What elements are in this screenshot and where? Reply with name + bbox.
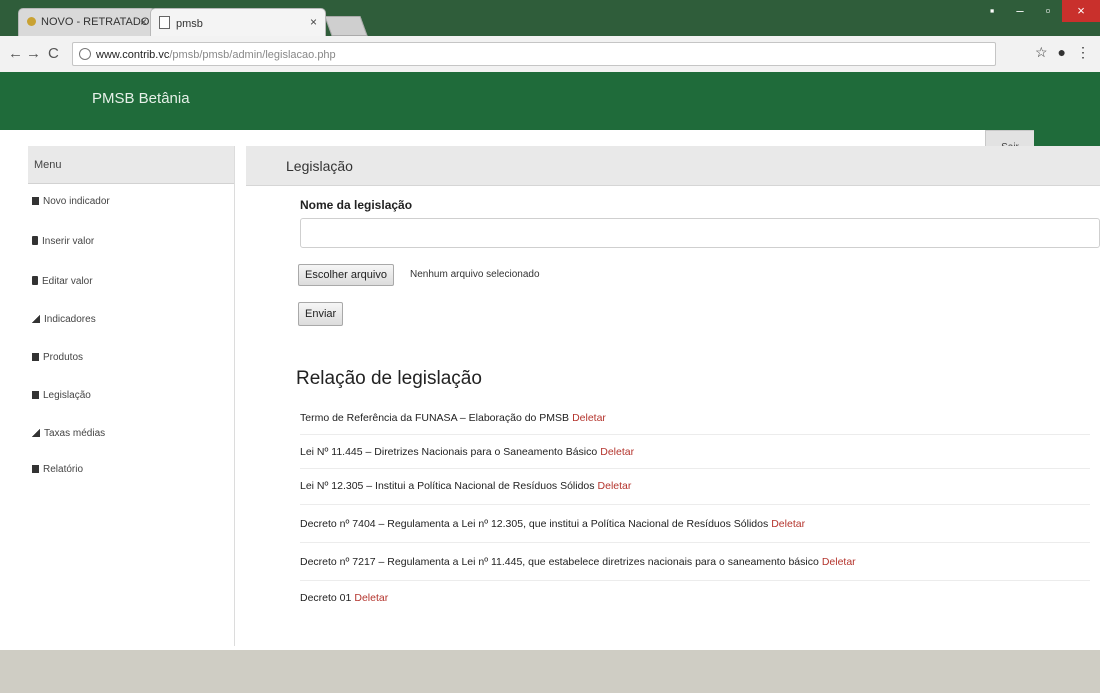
browser-tab[interactable]: NOVO - RETRATADOR × xyxy=(18,8,156,36)
list-item-title[interactable]: Decreto 01 xyxy=(300,592,351,604)
back-arrow-icon[interactable]: ← xyxy=(8,45,23,62)
choose-file-button[interactable]: Escolher arquivo xyxy=(298,264,394,286)
list-item-title[interactable]: Decreto nº 7217 – Regulamenta a Lei nº 1… xyxy=(300,556,819,568)
sidebar-item-taxas-medias[interactable]: Taxas médias xyxy=(28,416,234,452)
account-icon[interactable]: ▪ xyxy=(978,0,1006,22)
url-path: /pmsb/pmsb/admin/legislacao.php xyxy=(169,49,336,61)
sidebar-item-label: Indicadores xyxy=(44,314,96,325)
divider xyxy=(300,542,1090,543)
list-item-title[interactable]: Lei Nº 11.445 – Diretrizes Nacionais par… xyxy=(300,446,597,458)
list-item-title[interactable]: Lei Nº 12.305 – Institui a Política Naci… xyxy=(300,480,595,492)
main-content: Legislação Nome da legislação Escolher a… xyxy=(246,146,1100,646)
legislation-name-label: Nome da legislação xyxy=(300,198,413,212)
bookmark-star-icon[interactable]: ☆ xyxy=(1035,44,1048,61)
pencil-icon xyxy=(32,236,38,245)
list-item-title[interactable]: Termo de Referência da FUNASA – Elaboraç… xyxy=(300,412,569,424)
sidebar-item-legislacao[interactable]: Legislação xyxy=(28,378,234,414)
extension-icon[interactable]: ● xyxy=(1058,44,1066,61)
close-tab-icon[interactable]: × xyxy=(140,15,147,29)
sidebar-item-editar-valor[interactable]: Editar valor xyxy=(28,264,234,300)
browser-tab-label: NOVO - RETRATADOR xyxy=(41,16,156,28)
list-item: Termo de Referência da FUNASA – Elaboraç… xyxy=(300,412,606,432)
chart-icon xyxy=(32,429,40,437)
url-host: www.contrib.vc xyxy=(96,49,170,61)
close-tab-icon[interactable]: × xyxy=(310,15,317,29)
app-brand[interactable]: PMSB Betânia xyxy=(92,90,190,107)
list-icon xyxy=(32,465,39,473)
file-status-text: Nenhum arquivo selecionado xyxy=(410,269,540,280)
maximize-button[interactable]: ▫ xyxy=(1034,0,1062,22)
sidebar-item-label: Editar valor xyxy=(42,276,93,287)
sidebar: Menu Novo indicador Inserir valor Editar… xyxy=(28,146,235,646)
sidebar-item-indicadores[interactable]: Indicadores xyxy=(28,302,234,338)
browser-tab-active[interactable]: pmsb × xyxy=(150,8,326,36)
minimize-button[interactable]: – xyxy=(1006,0,1034,22)
close-window-button[interactable]: × xyxy=(1062,0,1100,22)
list-item-title[interactable]: Decreto nº 7404 – Regulamenta a Lei nº 1… xyxy=(300,518,768,530)
favicon-icon xyxy=(27,17,36,26)
sidebar-item-novo-indicador[interactable]: Novo indicador xyxy=(28,184,234,220)
delete-link[interactable]: Deletar xyxy=(572,412,606,424)
list-icon xyxy=(32,353,39,361)
delete-link[interactable]: Deletar xyxy=(822,556,856,568)
document-icon xyxy=(159,16,170,29)
sidebar-item-label: Produtos xyxy=(43,352,84,363)
delete-link[interactable]: Deletar xyxy=(771,518,805,530)
address-bar[interactable]: www.contrib.vc/pmsb/pmsb/admin/legislaca… xyxy=(72,42,996,66)
sidebar-item-label: Legislação xyxy=(43,390,91,401)
sidebar-item-label: Taxas médias xyxy=(44,428,106,439)
browser-tab-strip: NOVO - RETRATADOR × pmsb × ▪ – ▫ × xyxy=(0,0,1100,36)
divider xyxy=(300,434,1090,435)
delete-link[interactable]: Deletar xyxy=(600,446,634,458)
list-icon xyxy=(32,391,39,399)
divider xyxy=(300,468,1090,469)
sidebar-item-produtos[interactable]: Produtos xyxy=(28,340,234,376)
list-item: Lei Nº 11.445 – Diretrizes Nacionais par… xyxy=(300,446,634,466)
sidebar-item-label: Inserir valor xyxy=(42,236,95,247)
divider xyxy=(300,504,1090,505)
site-info-icon[interactable] xyxy=(79,48,91,60)
sidebar-header: Menu xyxy=(28,146,234,184)
browser-tab-label: pmsb xyxy=(176,18,203,30)
list-icon xyxy=(32,197,39,205)
chart-icon xyxy=(32,315,40,323)
more-menu-icon[interactable]: ⋮ xyxy=(1076,44,1090,61)
browser-toolbar: ← → C www.contrib.vc/pmsb/pmsb/admin/leg… xyxy=(0,36,1100,73)
submit-button[interactable]: Enviar xyxy=(298,302,344,326)
delete-link[interactable]: Deletar xyxy=(354,592,388,604)
forward-arrow-icon[interactable]: → xyxy=(26,45,41,62)
screen: NOVO - RETRATADOR × pmsb × ▪ – ▫ × ← → C… xyxy=(0,0,1100,693)
sidebar-item-relatorio[interactable]: Relatório xyxy=(28,452,234,488)
legislation-name-input[interactable] xyxy=(300,218,1100,248)
reload-icon[interactable]: C xyxy=(48,45,59,62)
page-title: Legislação xyxy=(246,146,1100,186)
delete-link[interactable]: Deletar xyxy=(598,480,632,492)
sidebar-item-inserir-valor[interactable]: Inserir valor xyxy=(28,224,234,260)
app-header: PMSB Betânia xyxy=(0,72,1100,130)
window-controls: ▪ – ▫ × xyxy=(978,0,1100,24)
sidebar-item-label: Relatório xyxy=(43,464,84,475)
monitor-bezel xyxy=(0,650,1100,693)
pencil-icon xyxy=(32,276,38,285)
list-item: Decreto 01 Deletar xyxy=(300,592,388,612)
sidebar-item-label: Novo indicador xyxy=(43,196,110,207)
list-item: Decreto nº 7404 – Regulamenta a Lei nº 1… xyxy=(300,518,805,538)
divider xyxy=(300,580,1090,581)
list-item: Lei Nº 12.305 – Institui a Política Naci… xyxy=(300,480,631,500)
list-item: Decreto nº 7217 – Regulamenta a Lei nº 1… xyxy=(300,556,856,576)
toolbar-actions: ☆ ● ⋮ xyxy=(1035,44,1090,61)
new-tab-button[interactable] xyxy=(324,16,368,36)
legislation-list-title: Relação de legislação xyxy=(296,368,482,389)
